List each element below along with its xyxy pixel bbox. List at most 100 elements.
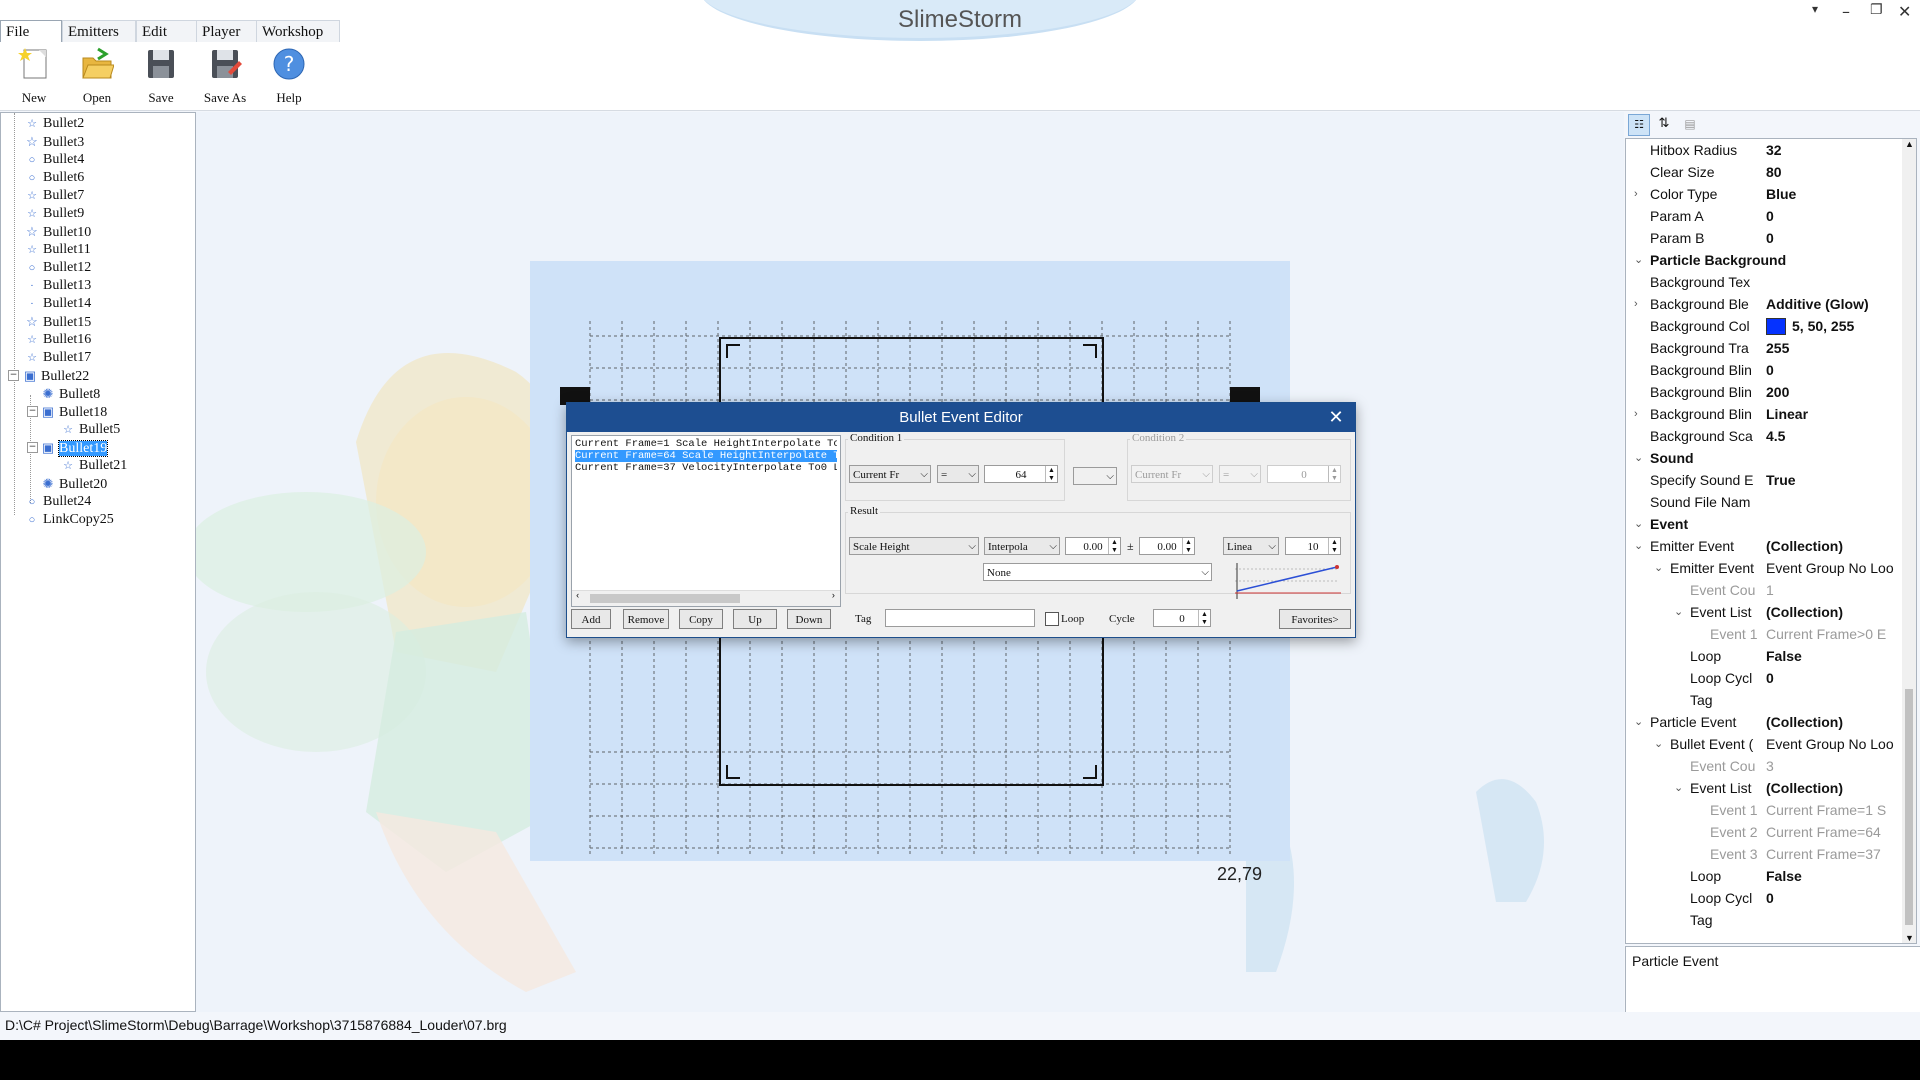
condition1-operator-select[interactable]: = ⌵ — [937, 465, 979, 483]
property-row[interactable]: Hitbox Radius 32 — [1626, 139, 1902, 161]
property-row[interactable]: Background Sca 4.5 — [1626, 425, 1902, 447]
chevron-right-icon[interactable]: › — [1634, 183, 1638, 205]
help-button[interactable]: ? Help — [259, 42, 319, 108]
chevron-down-icon[interactable]: ⌄ — [1654, 557, 1663, 579]
tree-item[interactable]: ▣ Bullet22 — [23, 367, 89, 385]
tag-input[interactable] — [885, 609, 1035, 627]
tree-item[interactable]: ☆ Bullet16 — [25, 331, 91, 349]
property-pages-icon[interactable]: ▤ — [1680, 114, 1700, 134]
category-sound[interactable]: ⌄ Sound — [1626, 447, 1902, 469]
condition2-operator-select[interactable]: = ⌵ — [1219, 465, 1261, 483]
chevron-down-icon[interactable]: ⌄ — [1674, 777, 1683, 799]
dropdown-icon[interactable]: ▾ — [1812, 2, 1818, 16]
minimize-button[interactable]: – — [1842, 2, 1850, 21]
result-target-select[interactable]: None ⌵ — [983, 563, 1212, 581]
property-row[interactable]: Background Tra 255 — [1626, 337, 1902, 359]
tree-item[interactable]: ☆ Bullet21 — [61, 457, 127, 475]
sort-alpha-icon[interactable]: ⇅ — [1654, 114, 1674, 134]
property-row[interactable]: Sound File Nam — [1626, 491, 1902, 513]
scroll-thumb[interactable] — [1905, 689, 1913, 925]
property-row[interactable]: Event 1 Current Frame=1 S — [1626, 799, 1902, 821]
property-row[interactable]: Background Tex — [1626, 271, 1902, 293]
property-row[interactable]: Param B0 — [1626, 227, 1902, 249]
event-row[interactable]: Current Frame=37 VelocityInterpolate To0… — [575, 462, 837, 474]
spinner-icon[interactable]: ▲ ▼ — [1045, 466, 1057, 482]
chevron-right-icon[interactable]: › — [1634, 293, 1638, 315]
category-particle-background[interactable]: ⌄ Particle Background — [1626, 249, 1902, 271]
tree-item[interactable]: ○ LinkCopy25 — [25, 511, 114, 529]
property-row[interactable]: Tag — [1626, 909, 1902, 931]
move-down-button[interactable]: Down — [787, 609, 831, 629]
tree-item[interactable]: ☆ Bullet2 — [25, 115, 84, 133]
property-row[interactable]: Background Blin 0 — [1626, 359, 1902, 381]
result-value-input[interactable]: 0.00 ▲ ▼ — [1065, 537, 1121, 555]
save-as-button[interactable]: Save As — [195, 42, 255, 108]
spinner-icon[interactable]: ▲ ▼ — [1328, 538, 1340, 554]
chevron-right-icon[interactable]: › — [1634, 403, 1638, 425]
restore-button[interactable]: ❐ — [1870, 2, 1883, 18]
dialog-close-icon[interactable]: ✕ — [1325, 403, 1347, 432]
loop-checkbox[interactable] — [1045, 612, 1059, 626]
property-row[interactable]: ⌄ Bullet Event (Event Group No Loo — [1626, 733, 1902, 755]
tree-item[interactable]: ☆ Bullet9 — [25, 205, 84, 223]
chevron-down-icon[interactable]: ⌄ — [1674, 601, 1683, 623]
result-curve-select[interactable]: Linea ⌵ — [1223, 537, 1279, 555]
open-button[interactable]: Open — [67, 42, 127, 108]
tree-item[interactable]: ✺ Bullet8 — [41, 385, 101, 403]
chevron-down-icon[interactable]: ⌄ — [1634, 249, 1643, 271]
property-row[interactable]: › Background Blin Linear — [1626, 403, 1902, 425]
chevron-down-icon[interactable]: ⌄ — [1634, 535, 1643, 557]
save-button[interactable]: Save — [131, 42, 191, 108]
result-mode-select[interactable]: Interpola ⌵ — [984, 537, 1060, 555]
scroll-down-icon[interactable]: ▼ — [1905, 933, 1914, 943]
tree-item[interactable]: ✺ Bullet20 — [41, 475, 108, 493]
category-event[interactable]: ⌄ Event — [1626, 513, 1902, 535]
tree-item[interactable]: ☆ Bullet11 — [25, 241, 91, 259]
spinner-icon[interactable]: ▲ ▼ — [1182, 538, 1194, 554]
new-button[interactable]: New — [4, 42, 64, 108]
property-row[interactable]: Specify Sound E True — [1626, 469, 1902, 491]
tree-item-selected[interactable]: ▣ Bullet19 — [41, 439, 109, 457]
property-row[interactable]: Clear Size 80 — [1626, 161, 1902, 183]
property-row[interactable]: Tag — [1626, 689, 1902, 711]
scroll-up-icon[interactable]: ▲ — [1905, 139, 1914, 149]
tree-item[interactable]: · Bullet14 — [25, 295, 91, 313]
add-event-button[interactable]: Add — [571, 609, 611, 629]
condition-joiner-select[interactable]: ⌵ — [1073, 467, 1117, 485]
tree-item[interactable]: ○ Bullet12 — [25, 259, 92, 277]
menu-workshop[interactable]: Workshop — [256, 20, 340, 43]
property-row[interactable]: › Background Ble Additive (Glow) — [1626, 293, 1902, 315]
menu-file[interactable]: File — [0, 20, 62, 43]
tree-item[interactable]: ☆ Bullet3 — [25, 133, 84, 151]
close-button[interactable]: ✕ — [1898, 2, 1911, 21]
collapse-icon[interactable]: − — [27, 406, 38, 417]
property-row[interactable]: Loop False — [1626, 865, 1902, 887]
property-row[interactable]: ⌄ Event List (Collection) — [1626, 601, 1902, 623]
scroll-thumb[interactable] — [590, 594, 740, 603]
spinner-icon[interactable]: ▲ ▼ — [1328, 466, 1340, 482]
condition2-field-select[interactable]: Current Fr ⌵ — [1131, 465, 1213, 483]
menu-emitters[interactable]: Emitters — [62, 20, 136, 43]
property-row[interactable]: ⌄ Emitter Event (Collection) — [1626, 535, 1902, 557]
chevron-down-icon[interactable]: ⌄ — [1634, 711, 1643, 733]
scroll-left-icon[interactable]: ‹ — [575, 591, 580, 601]
copy-event-button[interactable]: Copy — [679, 609, 723, 629]
event-list[interactable]: Current Frame=1 Scale HeightInterpolate … — [571, 435, 841, 607]
collapse-icon[interactable]: − — [8, 370, 19, 381]
chevron-down-icon[interactable]: ⌄ — [1634, 513, 1643, 535]
spinner-icon[interactable]: ▲ ▼ — [1198, 610, 1210, 626]
property-row[interactable]: Background Col 5, 50, 255 — [1626, 315, 1902, 337]
chevron-down-icon[interactable]: ⌄ — [1654, 733, 1663, 755]
result-frames-input[interactable]: 10 ▲ ▼ — [1285, 537, 1341, 555]
tree-item[interactable]: ○ Bullet24 — [25, 493, 92, 511]
tree-item[interactable]: ☆ Bullet15 — [25, 313, 91, 331]
chevron-down-icon[interactable]: ⌄ — [1634, 447, 1643, 469]
result-variance-input[interactable]: 0.00 ▲ ▼ — [1139, 537, 1195, 555]
condition2-value-input[interactable]: 0 ▲ ▼ — [1267, 465, 1341, 483]
property-row[interactable]: Param A0 — [1626, 205, 1902, 227]
event-row[interactable]: Current Frame=1 Scale HeightInterpolate … — [575, 438, 837, 450]
tree-item[interactable]: ○ Bullet4 — [25, 151, 85, 169]
property-row[interactable]: Event 1 Current Frame>0 E — [1626, 623, 1902, 645]
property-row[interactable]: ⌄ Event List (Collection) — [1626, 777, 1902, 799]
condition1-value-input[interactable]: 64 ▲ ▼ — [984, 465, 1058, 483]
